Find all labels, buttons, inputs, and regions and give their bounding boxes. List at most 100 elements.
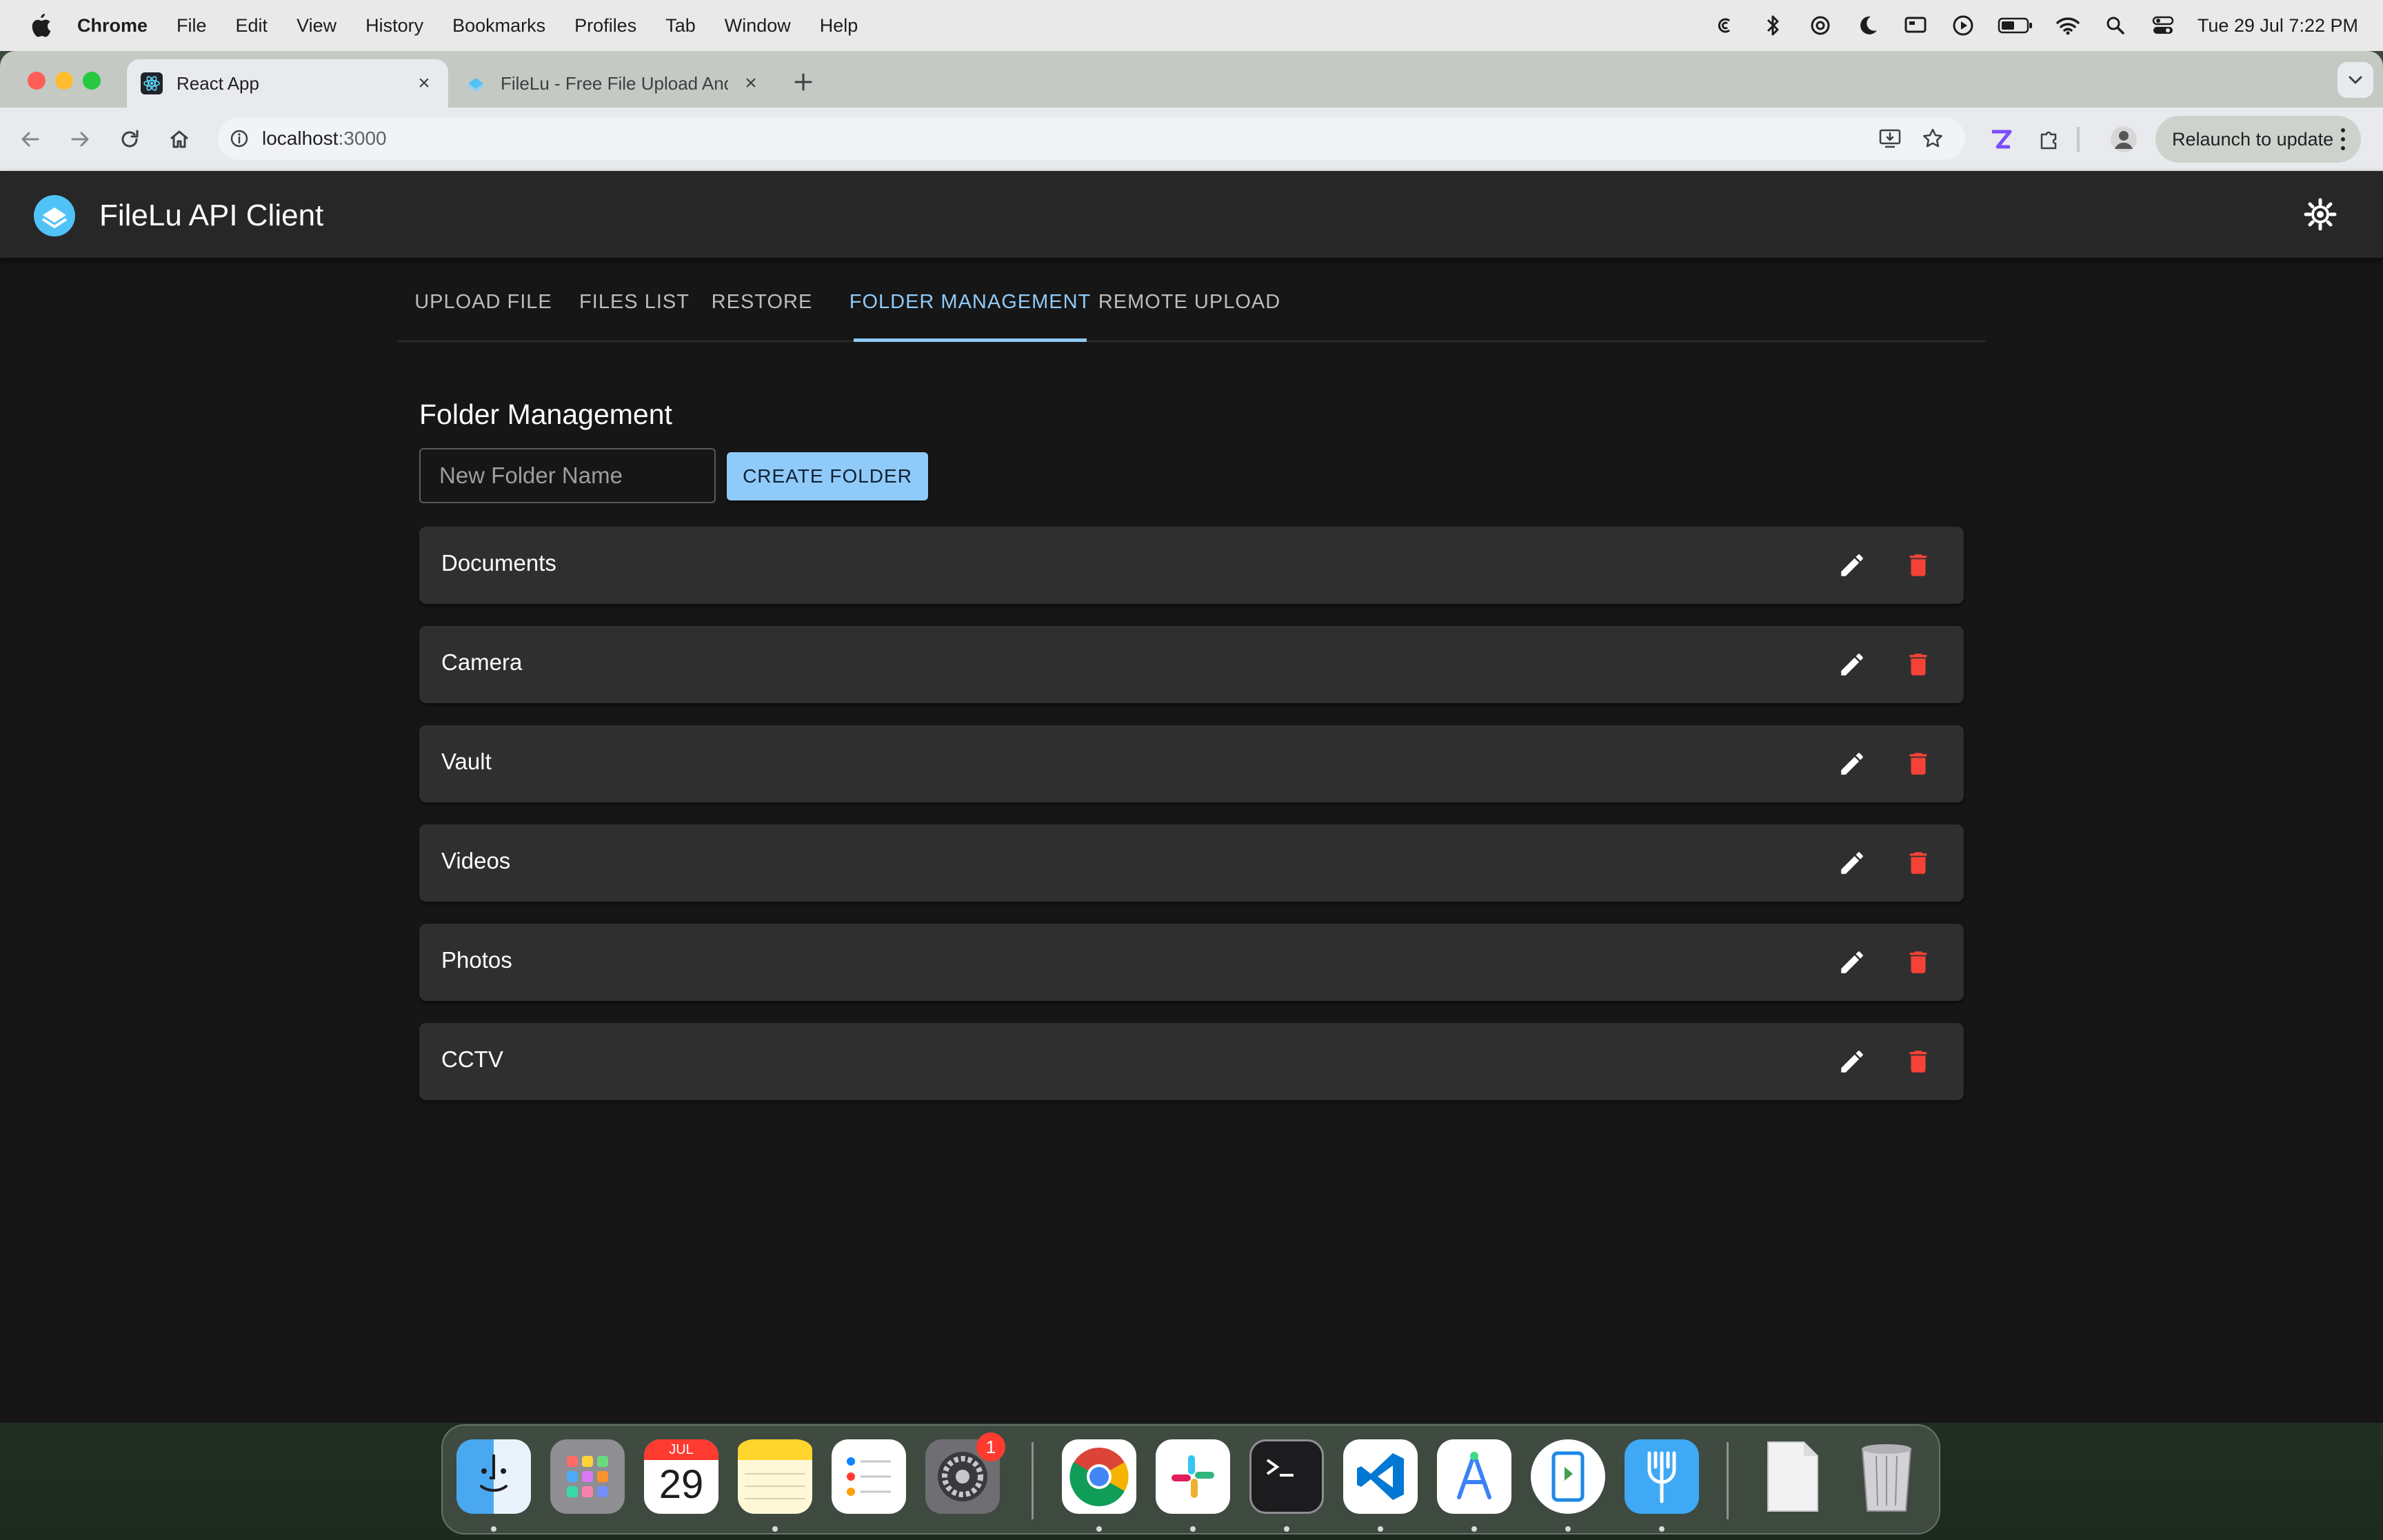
- edit-pencil-icon[interactable]: [1836, 946, 1869, 979]
- install-app-icon[interactable]: [1877, 125, 1903, 152]
- folder-row: Videos: [419, 824, 1964, 902]
- tab-strip: React App × FileLu - Free File Upload An…: [0, 51, 2383, 108]
- folder-name: Documents: [441, 550, 556, 576]
- bookmark-star-icon[interactable]: [1920, 125, 1946, 152]
- screen-mirroring-icon[interactable]: [1902, 12, 1929, 39]
- tab-files-list[interactable]: FILES LIST: [570, 263, 699, 341]
- notes-icon[interactable]: [738, 1439, 812, 1514]
- site-info-icon[interactable]: [228, 127, 251, 150]
- browser-tab-title: React App: [177, 72, 259, 94]
- page-title: Folder Management: [419, 398, 672, 430]
- running-indicator: [491, 1526, 496, 1532]
- browser-tab-filelu[interactable]: FileLu - Free File Upload And ×: [451, 59, 775, 108]
- menu-profiles[interactable]: Profiles: [574, 15, 636, 37]
- status-icons: Tue 29 Jul 7:22 PM: [1712, 0, 2383, 51]
- edit-pencil-icon[interactable]: [1836, 648, 1869, 681]
- folder-name: CCTV: [441, 1046, 503, 1072]
- macos-dock: JUL 29 1: [441, 1424, 1940, 1534]
- tab-upload-file[interactable]: UPLOAD FILE: [397, 263, 570, 341]
- creative-cloud-icon[interactable]: [1712, 12, 1738, 39]
- new-tab-plus-icon[interactable]: [792, 70, 815, 94]
- delete-trash-icon[interactable]: [1902, 747, 1935, 780]
- reminders-icon[interactable]: [832, 1439, 906, 1514]
- android-studio-icon[interactable]: [1437, 1439, 1511, 1514]
- fork-icon[interactable]: [1625, 1439, 1699, 1514]
- close-tab-icon[interactable]: ×: [414, 72, 434, 94]
- terminal-icon[interactable]: [1249, 1439, 1324, 1514]
- menu-window[interactable]: Window: [725, 15, 791, 37]
- menu-history[interactable]: History: [365, 15, 423, 37]
- reload-icon[interactable]: [116, 125, 143, 153]
- relaunch-label: Relaunch to update: [2172, 128, 2334, 150]
- zoom-window-button[interactable]: [83, 72, 101, 90]
- document-icon[interactable]: [1756, 1439, 1830, 1514]
- calendar-icon[interactable]: JUL 29: [644, 1439, 718, 1514]
- control-center-icon[interactable]: [2150, 12, 2176, 39]
- tab-restore[interactable]: RESTORE: [699, 263, 825, 341]
- menu-edit[interactable]: Edit: [236, 15, 268, 37]
- forward-arrow-icon[interactable]: [66, 125, 94, 153]
- system-settings-icon[interactable]: 1: [925, 1432, 1005, 1514]
- finder-icon[interactable]: [456, 1439, 531, 1514]
- chrome-icon[interactable]: [1062, 1439, 1136, 1514]
- menu-view[interactable]: View: [296, 15, 336, 37]
- delete-trash-icon[interactable]: [1902, 946, 1935, 979]
- delete-trash-icon[interactable]: [1902, 648, 1935, 681]
- url-port: :3000: [338, 128, 387, 149]
- tab-folder-management[interactable]: FOLDER MANAGEMENT: [849, 263, 1090, 342]
- extensions-puzzle-icon[interactable]: [2034, 124, 2064, 154]
- focus-moon-icon[interactable]: [1855, 12, 1881, 39]
- calendar-month: JUL: [644, 1439, 718, 1460]
- trash-icon[interactable]: [1849, 1439, 1924, 1514]
- home-icon[interactable]: [165, 125, 193, 153]
- new-folder-name-input[interactable]: [419, 448, 716, 503]
- edit-pencil-icon[interactable]: [1836, 549, 1869, 582]
- slack-icon[interactable]: [1156, 1439, 1230, 1514]
- tab-remote-upload[interactable]: REMOTE UPLOAD: [1087, 263, 1292, 341]
- dock-divider: [1727, 1442, 1729, 1519]
- play-circle-icon[interactable]: [1950, 12, 1976, 39]
- chatgpt-icon[interactable]: [1807, 12, 1833, 39]
- bluetooth-icon[interactable]: [1760, 12, 1786, 39]
- battery-icon[interactable]: [1998, 12, 2033, 39]
- app-bar: FileLu API Client: [0, 171, 2383, 258]
- filelu-logo-icon: [33, 194, 76, 237]
- simulator-icon[interactable]: [1531, 1439, 1605, 1514]
- menu-tab[interactable]: Tab: [665, 15, 696, 37]
- edit-pencil-icon[interactable]: [1836, 847, 1869, 880]
- profile-avatar[interactable]: [2109, 124, 2139, 154]
- menu-clock[interactable]: Tue 29 Jul 7:22 PM: [2198, 15, 2358, 37]
- theme-toggle-sun-icon[interactable]: [2302, 196, 2339, 233]
- menu-bookmarks[interactable]: Bookmarks: [452, 15, 545, 37]
- folder-name: Camera: [441, 649, 523, 675]
- delete-trash-icon[interactable]: [1902, 847, 1935, 880]
- delete-trash-icon[interactable]: [1902, 1045, 1935, 1078]
- browser-window: React App × FileLu - Free File Upload An…: [0, 51, 2383, 1423]
- more-menu-icon[interactable]: [2339, 128, 2347, 150]
- launchpad-icon[interactable]: [550, 1439, 625, 1514]
- menu-app-name[interactable]: Chrome: [77, 15, 148, 37]
- folder-row: Documents: [419, 527, 1964, 604]
- wifi-icon[interactable]: [2055, 12, 2081, 39]
- browser-tab-react-app[interactable]: React App ×: [127, 59, 448, 108]
- vscode-icon[interactable]: [1343, 1439, 1418, 1514]
- extension-icon[interactable]: [1986, 124, 2016, 154]
- app-title: FileLu API Client: [99, 199, 324, 232]
- spotlight-search-icon[interactable]: [2102, 12, 2129, 39]
- edit-pencil-icon[interactable]: [1836, 1045, 1869, 1078]
- running-indicator: [772, 1526, 778, 1532]
- menu-file[interactable]: File: [177, 15, 207, 37]
- close-tab-icon[interactable]: ×: [741, 72, 761, 94]
- apple-logo-icon[interactable]: [26, 12, 54, 39]
- address-bar[interactable]: localhost:3000: [218, 117, 1965, 160]
- relaunch-to-update-button[interactable]: Relaunch to update: [2155, 116, 2361, 163]
- delete-trash-icon[interactable]: [1902, 549, 1935, 582]
- close-window-button[interactable]: [28, 72, 46, 90]
- tab-search-chevron-icon[interactable]: [2337, 62, 2373, 98]
- url-text[interactable]: localhost:3000: [262, 128, 387, 150]
- back-arrow-icon[interactable]: [17, 125, 44, 153]
- minimize-window-button[interactable]: [55, 72, 73, 90]
- menu-help[interactable]: Help: [820, 15, 858, 37]
- create-folder-button[interactable]: CREATE FOLDER: [727, 452, 928, 500]
- edit-pencil-icon[interactable]: [1836, 747, 1869, 780]
